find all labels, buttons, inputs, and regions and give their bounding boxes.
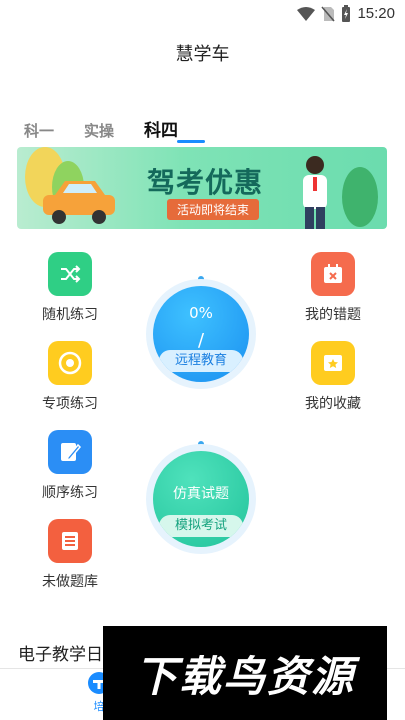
progress-separator: / [197, 330, 205, 351]
edit-icon [48, 430, 92, 474]
simulation-title: 仿真试题 [173, 486, 229, 502]
promo-banner[interactable]: 驾考优惠 活动即将结束 [17, 147, 387, 229]
banner-subtitle: 活动即将结束 [167, 199, 260, 220]
topic-practice-button[interactable]: 专项练习 [30, 341, 110, 413]
wifi-icon [297, 6, 316, 21]
simulation-circle-inner: 仿真试题 模拟考试 [153, 451, 249, 547]
mock-exam-button[interactable]: 模拟考试 [159, 515, 243, 537]
shuffle-icon [48, 252, 92, 296]
subject-tabs: 科一 实操 科四 [24, 116, 178, 141]
my-mistakes-button[interactable]: 我的错题 [293, 252, 373, 324]
random-practice-label: 随机练习 [42, 307, 98, 323]
calendar-x-icon [311, 252, 355, 296]
car-illustration-icon [43, 181, 115, 224]
random-practice-button[interactable]: 随机练习 [30, 252, 110, 324]
section-title: 电子教学日 [18, 645, 103, 665]
watermark-overlay: 下载鸟资源 [103, 626, 387, 720]
page-title: 慧学车 [175, 44, 230, 65]
active-tab-indicator [177, 140, 205, 143]
plant-illustration-icon [342, 167, 378, 227]
progress-circle[interactable]: 0% / 远程教育 [146, 279, 256, 389]
progress-percent: 0% [189, 304, 213, 322]
star-folder-icon [311, 341, 355, 385]
remote-education-button[interactable]: 远程教育 [159, 350, 243, 372]
banner-title: 驾考优惠 [147, 166, 264, 199]
my-favorites-button[interactable]: 我的收藏 [293, 341, 373, 413]
undone-questions-button[interactable]: 未做题库 [30, 519, 110, 591]
tab-practical[interactable]: 实操 [84, 120, 114, 141]
status-icons: 15:20 [297, 5, 395, 22]
status-bar: 15:20 [0, 0, 405, 28]
simulation-circle[interactable]: 仿真试题 模拟考试 [146, 444, 256, 554]
no-sim-icon [321, 5, 336, 22]
my-favorites-label: 我的收藏 [305, 396, 361, 412]
tab-subject-one[interactable]: 科一 [24, 120, 54, 141]
status-time: 15:20 [357, 5, 395, 22]
my-mistakes-label: 我的错题 [305, 307, 361, 323]
battery-charging-icon [342, 5, 351, 22]
undone-questions-label: 未做题库 [42, 574, 98, 590]
scroll-icon [48, 519, 92, 563]
progress-circle-inner: 0% / 远程教育 [153, 286, 249, 382]
sequential-practice-label: 顺序练习 [42, 485, 98, 501]
sequential-practice-button[interactable]: 顺序练习 [30, 430, 110, 502]
topic-practice-label: 专项练习 [42, 396, 98, 412]
tab-subject-four[interactable]: 科四 [144, 116, 178, 141]
watermark-text: 下载鸟资源 [134, 651, 355, 701]
target-icon [48, 341, 92, 385]
